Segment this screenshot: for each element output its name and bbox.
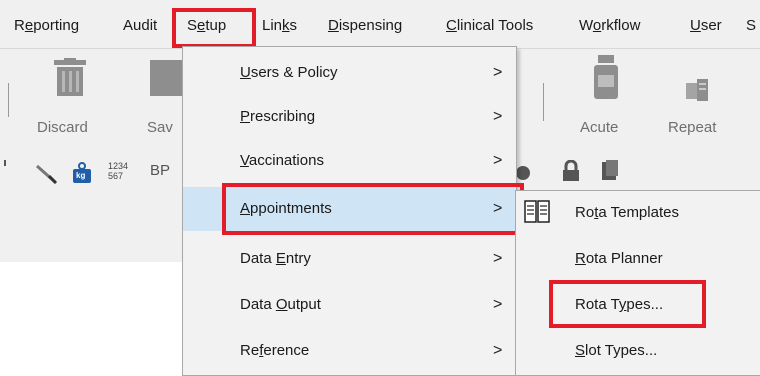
lock-icon[interactable] xyxy=(560,160,582,182)
appointments-highlight-box xyxy=(222,183,524,235)
drag-handle-icon xyxy=(4,160,6,166)
submenu-item-slot-types[interactable]: Slot Types... xyxy=(516,329,760,373)
discard-label: Discard xyxy=(37,119,88,136)
numbers-icon[interactable]: 1234 567 xyxy=(108,161,132,181)
setup-highlight-box xyxy=(172,8,256,48)
acute-button[interactable]: Acute xyxy=(577,49,637,139)
submenu-item-rota-planner[interactable]: Rota Planner xyxy=(516,237,760,281)
menu-user[interactable]: User xyxy=(690,16,722,36)
menu-item-vaccinations[interactable]: Vaccinations > xyxy=(183,139,516,183)
chevron-right-icon: > xyxy=(493,296,503,313)
save-button[interactable]: Sav xyxy=(144,49,184,139)
menu-audit[interactable]: Audit xyxy=(123,16,157,36)
save-label: Sav xyxy=(147,119,173,136)
menu-item-reference[interactable]: Reference > xyxy=(183,329,516,373)
chevron-right-icon: > xyxy=(493,152,503,169)
repeat-prescription-icon xyxy=(686,79,708,101)
trash-icon xyxy=(54,58,86,96)
discard-button[interactable]: Discard xyxy=(37,49,117,139)
chevron-right-icon: > xyxy=(493,108,503,125)
book-icon xyxy=(524,200,550,223)
toolbar-separator xyxy=(543,83,544,121)
kg-label: kg xyxy=(76,171,86,180)
menu-item-prescribing[interactable]: Prescribing > xyxy=(183,95,516,139)
menu-reporting[interactable]: Reporting xyxy=(14,16,79,36)
medicine-bottle-icon xyxy=(594,55,618,99)
menu-s[interactable]: S xyxy=(746,16,756,36)
bp-label[interactable]: BP xyxy=(150,162,170,179)
menu-dispensing[interactable]: Dispensing xyxy=(328,16,402,36)
thermometer-icon[interactable] xyxy=(35,164,59,184)
rota-types-highlight-box xyxy=(549,280,706,328)
toolbar-separator xyxy=(8,83,9,117)
menu-workflow[interactable]: Workflow xyxy=(579,16,640,36)
menu-clinical-tools[interactable]: Clinical Tools xyxy=(446,16,533,36)
menu-links[interactable]: Links xyxy=(262,16,297,36)
save-icon xyxy=(150,60,182,96)
document-stack-icon[interactable] xyxy=(600,160,620,182)
chevron-right-icon: > xyxy=(493,64,503,81)
menu-item-data-entry[interactable]: Data Entry > xyxy=(183,237,516,281)
submenu-item-rota-templates[interactable]: Rota Templates xyxy=(516,191,760,235)
menu-item-data-output[interactable]: Data Output > xyxy=(183,283,516,327)
menu-bar: Reporting Audit Setup Links Dispensing C… xyxy=(0,0,760,49)
chevron-right-icon: > xyxy=(493,342,503,359)
repeat-button[interactable]: Repeat xyxy=(668,49,740,139)
acute-label: Acute xyxy=(580,119,619,136)
chevron-right-icon: > xyxy=(493,250,503,267)
menu-item-users-policy[interactable]: Users & Policy > xyxy=(183,51,516,95)
repeat-label: Repeat xyxy=(668,119,717,136)
